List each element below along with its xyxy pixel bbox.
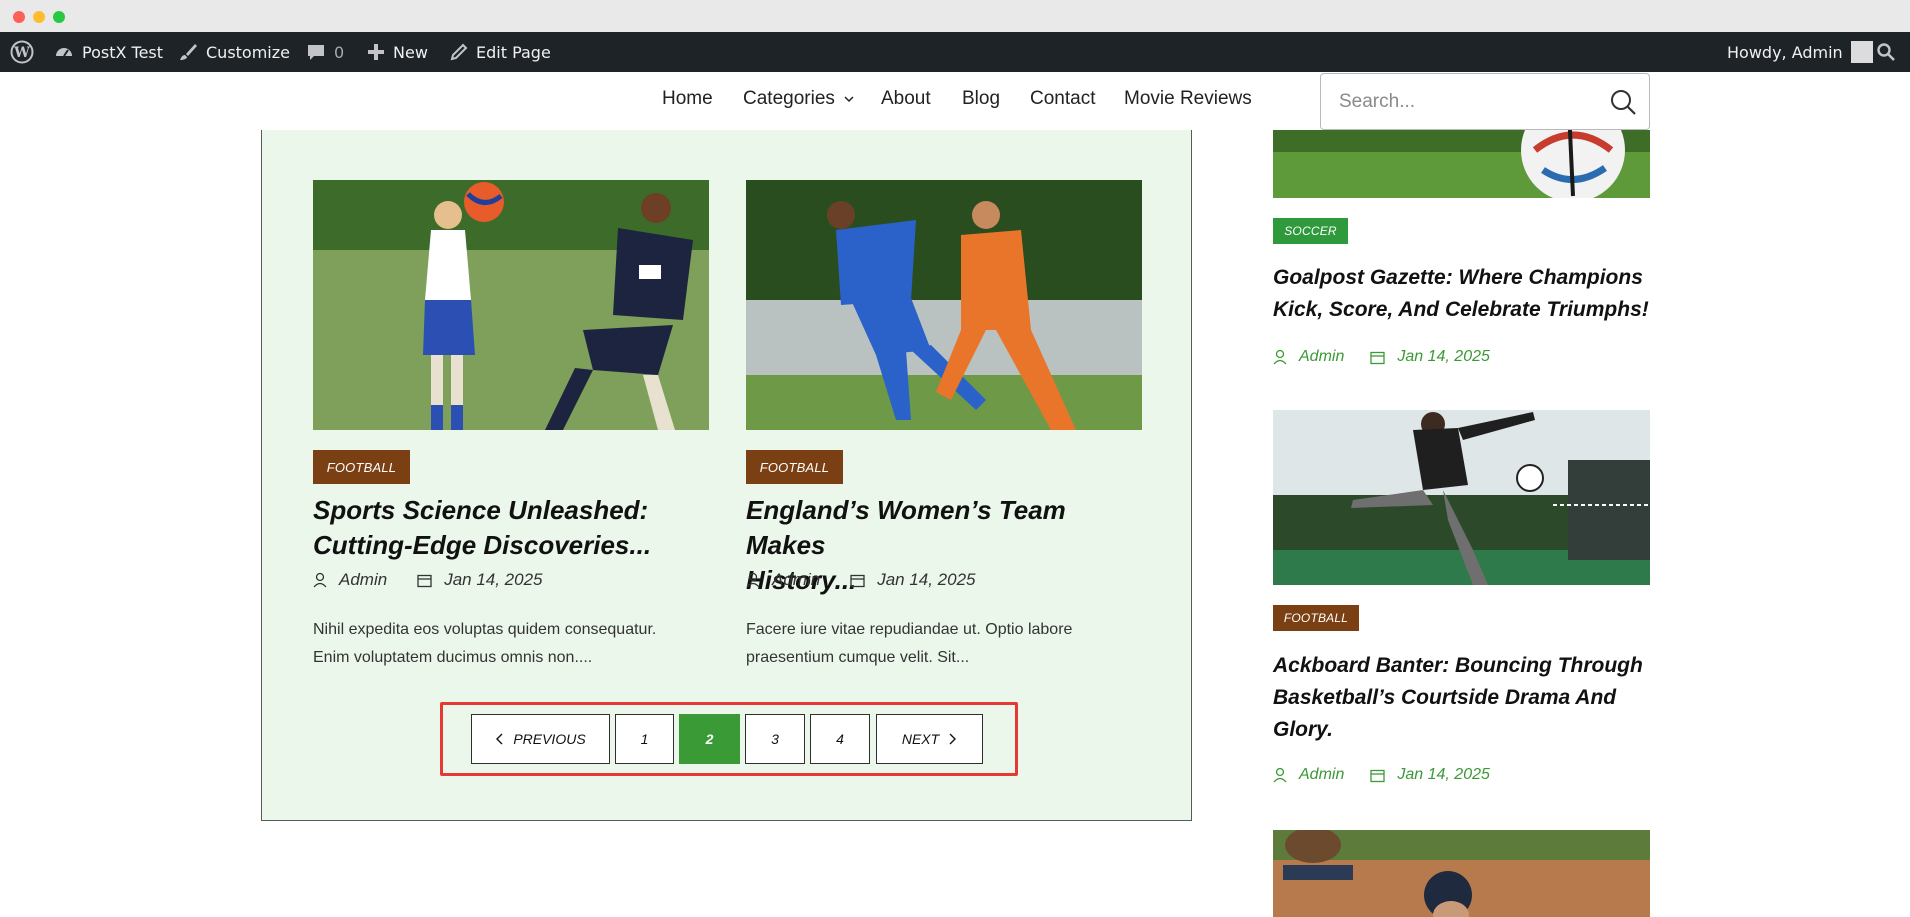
chevron-right-icon [949, 733, 957, 745]
next-label: NEXT [901, 731, 940, 747]
sidebar-post-1-image[interactable] [1273, 130, 1650, 198]
customize-link[interactable]: Customize [178, 32, 290, 72]
page-button-2[interactable]: 2 [679, 714, 740, 764]
sidebar-post-author[interactable]: Admin [1299, 348, 1344, 366]
edit-page-link[interactable]: Edit Page [450, 32, 551, 72]
sidebar-post-date: Jan 14, 2025 [1397, 766, 1490, 783]
greeting: Howdy, Admin [1727, 42, 1843, 62]
chevron-left-icon [496, 733, 503, 745]
user-icon [313, 572, 327, 588]
user-icon [1273, 767, 1287, 783]
post-meta: Admin Jan 14, 2025 [313, 570, 543, 590]
search-input[interactable] [1339, 88, 1589, 116]
search-box[interactable] [1320, 73, 1650, 130]
previous-label: PREVIOUS [513, 731, 586, 747]
page-button-1[interactable]: 1 [615, 714, 674, 764]
sidebar-post-meta: Admin Jan 14, 2025 [1273, 348, 1490, 366]
customize-label: Customize [206, 42, 290, 62]
post-excerpt-line: Enim voluptatem ducimus omnis non.... [313, 649, 593, 666]
comments-count: 0 [334, 42, 345, 62]
pencil-icon [450, 43, 468, 61]
nav-categories[interactable]: Categories [743, 88, 855, 110]
sidebar-post-title[interactable]: Goalpost Gazette: Where Champions Kick, … [1273, 262, 1658, 326]
window-titlebar [0, 0, 1910, 32]
post-image[interactable] [313, 180, 709, 430]
category-badge[interactable]: FOOTBALL [746, 450, 843, 484]
previous-page-button[interactable]: PREVIOUS [471, 714, 610, 764]
post-excerpt: Nihil expedita eos voluptas quidem conse… [313, 616, 709, 672]
new-label: New [393, 42, 428, 62]
sidebar-post-title-line: Basketball’s Courtside Drama And [1273, 686, 1617, 709]
site-name-link[interactable]: PostX Test [54, 32, 163, 72]
nav-about[interactable]: About [881, 88, 931, 110]
post-excerpt-line: Nihil expedita eos voluptas quidem conse… [313, 621, 657, 638]
sidebar-post-title[interactable]: Ackboard Banter: Bouncing Through Basket… [1273, 650, 1658, 746]
post-author[interactable]: Admin [339, 570, 387, 590]
post-author[interactable]: Admin [772, 570, 820, 590]
page-button-4[interactable]: 4 [810, 714, 870, 764]
sidebar-post-date: Jan 14, 2025 [1397, 348, 1490, 365]
post-date: Jan 14, 2025 [877, 570, 976, 589]
edit-page-label: Edit Page [476, 42, 551, 62]
svg-text:W: W [13, 45, 30, 61]
post-title-line: England’s Women’s Team Makes [746, 495, 1066, 560]
nav-home[interactable]: Home [662, 88, 713, 110]
user-icon [746, 572, 760, 588]
sidebar-post-3-image[interactable] [1273, 830, 1650, 917]
sidebar-post-title-line: Glory. [1273, 718, 1333, 741]
calendar-icon [417, 574, 432, 587]
post-title-line: Sports Science Unleashed: [313, 495, 649, 525]
zoom-window-button[interactable] [53, 11, 65, 23]
post-title[interactable]: Sports Science Unleashed: Cutting-Edge D… [313, 493, 651, 563]
post-date: Jan 14, 2025 [444, 570, 543, 589]
user-icon [1273, 349, 1287, 365]
avatar [1850, 41, 1873, 63]
nav-movie-reviews[interactable]: Movie Reviews [1124, 88, 1252, 110]
page-button-3[interactable]: 3 [745, 714, 805, 764]
post-image[interactable] [746, 180, 1142, 430]
sidebar-category-badge[interactable]: FOOTBALL [1273, 605, 1359, 631]
sidebar-post-2-image[interactable] [1273, 410, 1650, 585]
dashboard-icon [56, 48, 72, 57]
wordpress-logo-icon[interactable]: W [10, 32, 34, 72]
post-excerpt-line: praesentium cumque velit. Sit... [746, 649, 970, 666]
post-excerpt-line: Facere iure vitae repudiandae ut. Optio … [746, 621, 1073, 638]
paintbrush-icon [180, 44, 197, 60]
plus-icon [368, 44, 384, 60]
comment-icon [308, 45, 324, 60]
calendar-icon [850, 574, 865, 587]
new-content-link[interactable]: New [367, 32, 428, 72]
next-page-button[interactable]: NEXT [876, 714, 983, 764]
close-window-button[interactable] [13, 11, 25, 23]
site-name: PostX Test [82, 42, 164, 62]
sidebar-post-meta: Admin Jan 14, 2025 [1273, 766, 1490, 784]
minimize-window-button[interactable] [33, 11, 45, 23]
sidebar-category-badge[interactable]: SOCCER [1273, 218, 1348, 244]
search-icon[interactable] [1609, 88, 1637, 116]
sidebar-post-title-line: Ackboard Banter: Bouncing Through [1273, 654, 1643, 677]
post-title-line: Cutting-Edge Discoveries... [313, 530, 652, 560]
post-excerpt: Facere iure vitae repudiandae ut. Optio … [746, 616, 1142, 672]
post-meta: Admin Jan 14, 2025 [746, 570, 976, 590]
chevron-down-icon [844, 96, 854, 103]
post-card: FOOTBALL Sports Science Unleashed: Cutti… [313, 180, 709, 700]
sidebar-post-title-line: Goalpost Gazette: Where Champions [1273, 266, 1643, 289]
my-account-link[interactable]: Howdy, Admin [1727, 32, 1873, 72]
nav-contact[interactable]: Contact [1030, 88, 1095, 110]
sidebar-post-author[interactable]: Admin [1299, 766, 1344, 784]
calendar-icon [1370, 769, 1386, 782]
calendar-icon [1370, 351, 1386, 364]
nav-categories-label: Categories [743, 88, 835, 109]
comments-link[interactable]: 0 [306, 32, 344, 72]
category-badge[interactable]: FOOTBALL [313, 450, 410, 484]
nav-blog[interactable]: Blog [962, 88, 1000, 110]
admin-bar: W PostX Test Customize 0 New Edit Page H… [0, 32, 1910, 72]
post-card: FOOTBALL England’s Women’s Team Makes Hi… [746, 180, 1142, 700]
admin-search-icon[interactable] [1876, 32, 1896, 72]
sidebar-post-title-line: Kick, Score, And Celebrate Triumphs! [1273, 298, 1649, 321]
